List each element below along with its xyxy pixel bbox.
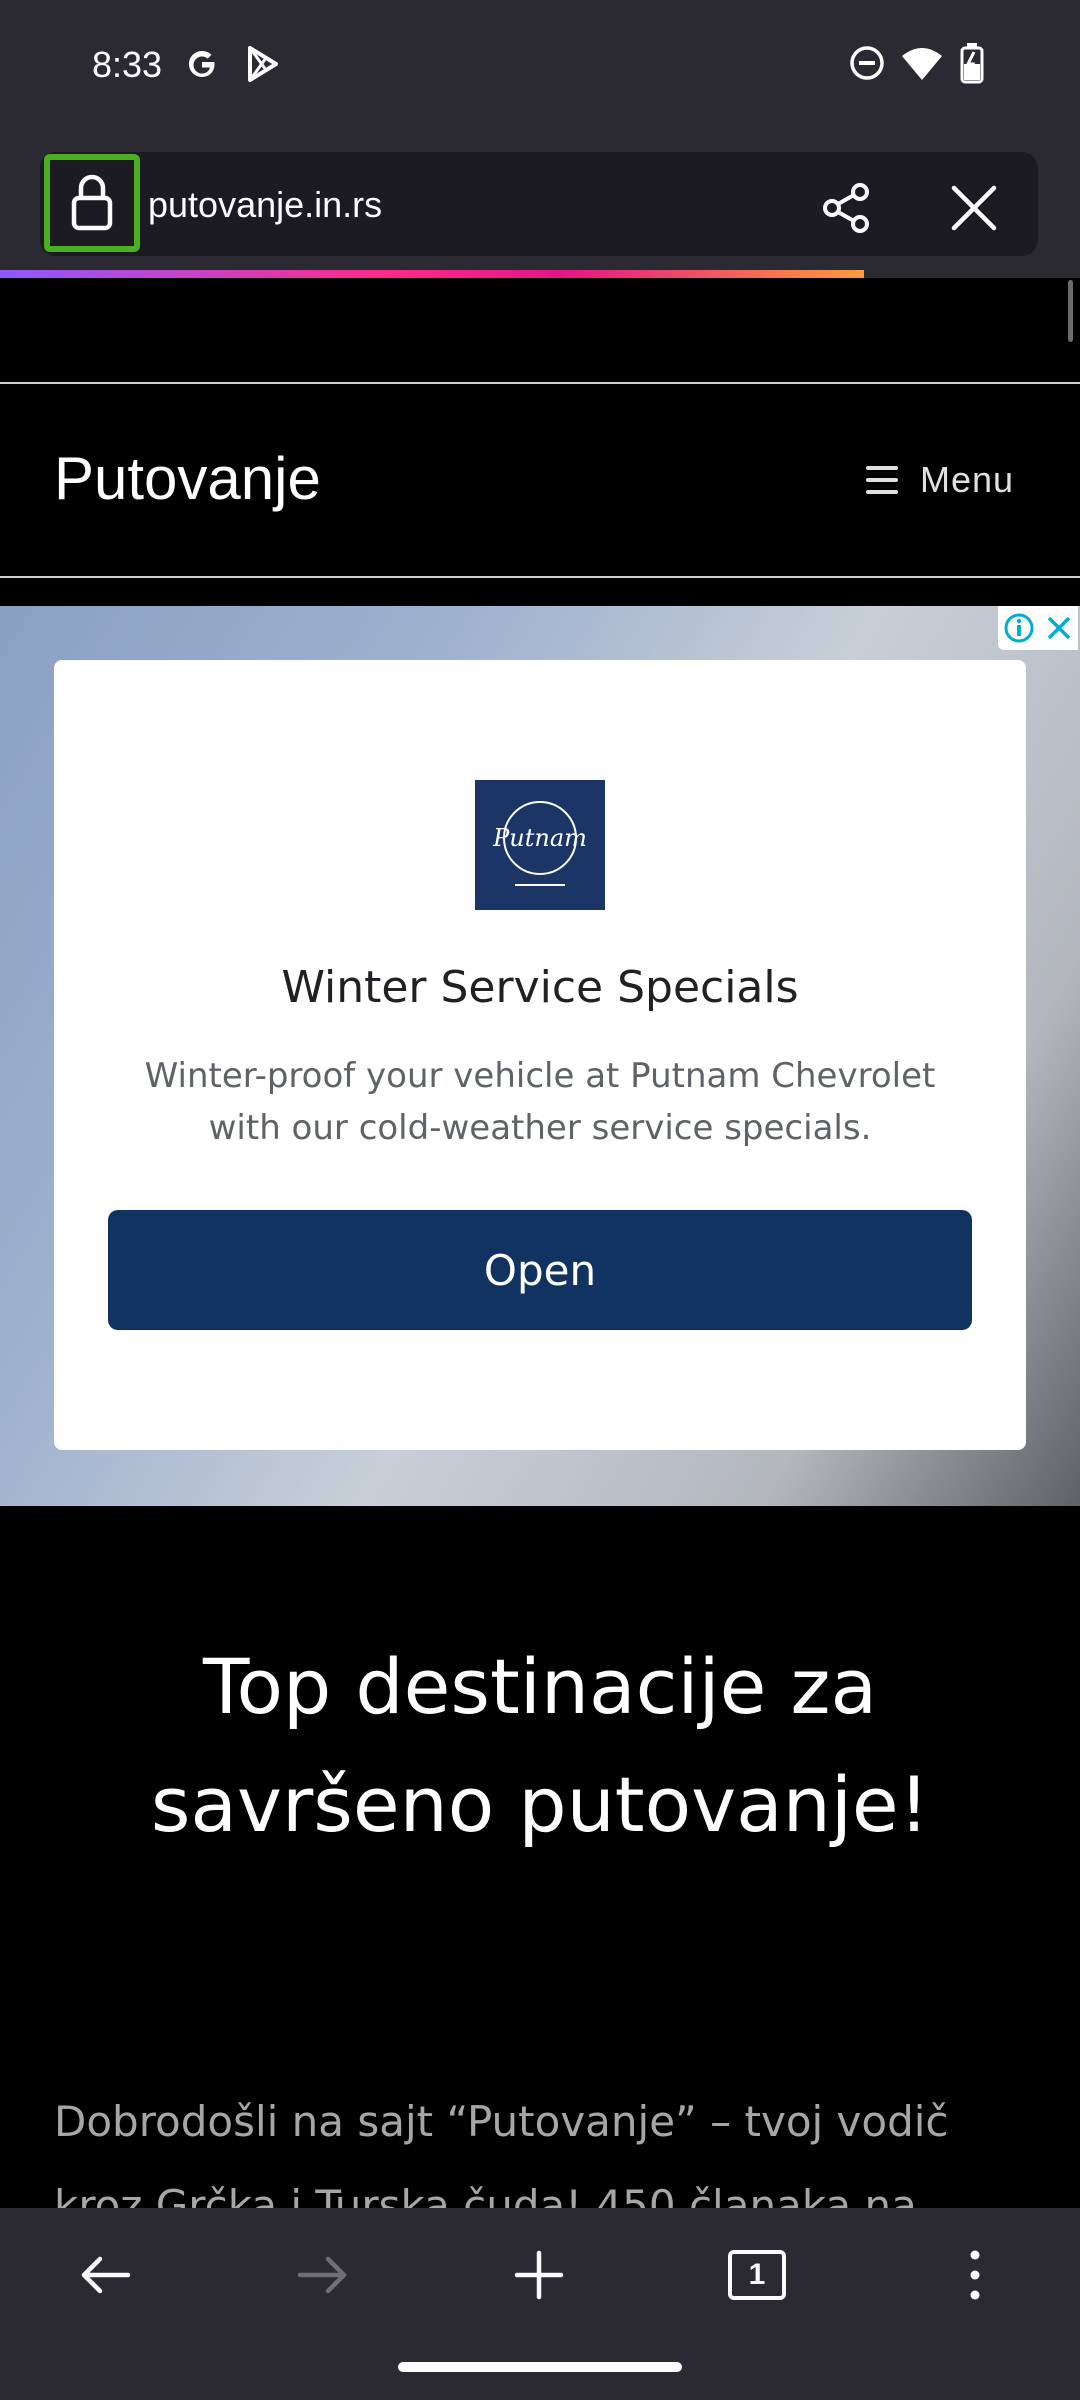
google-icon [189,51,216,77]
new-tab-icon [514,2250,564,2300]
lock-icon [71,174,113,231]
forward-button[interactable] [268,2230,378,2320]
ad-body-text: Winter-proof your vehicle at Putnam Chev… [144,1056,936,1148]
advertiser-logo: Putnam [475,780,605,910]
site-security-button[interactable] [44,154,140,252]
ad-headline: Winter Service Specials [281,962,799,1013]
info-icon[interactable] [1003,612,1035,644]
menu-button[interactable]: Menu [866,458,1014,502]
close-icon[interactable] [1045,614,1073,642]
page-load-progress [0,270,864,278]
more-menu-button[interactable] [920,2230,1030,2320]
battery-charging-icon [960,43,984,84]
do-not-disturb-icon [850,46,884,80]
forward-icon [297,2256,347,2294]
close-icon[interactable] [948,182,1000,234]
status-time: 8:33 [92,44,163,85]
back-button[interactable] [50,2230,160,2320]
hamburger-icon [866,466,898,494]
ad-open-button[interactable]: Open [108,1210,972,1330]
more-icon [970,2250,980,2300]
site-title[interactable]: Putovanje [54,444,321,513]
new-tab-button[interactable] [484,2230,594,2320]
tab-count: 1 [748,2258,766,2291]
page-scrollbar[interactable] [1068,280,1073,342]
header-divider-bottom [0,576,1080,578]
play-store-icon [248,46,278,82]
url-text[interactable]: putovanje.in.rs [148,184,382,226]
home-indicator[interactable] [398,2362,682,2372]
tabs-button[interactable]: 1 [702,2230,812,2320]
back-icon [81,2256,131,2294]
menu-label: Menu [920,459,1015,500]
share-icon[interactable] [818,180,874,236]
wifi-icon [902,48,942,80]
ad-choices[interactable] [998,606,1078,650]
logo-text: Putnam [492,824,587,852]
tabs-icon: 1 [728,2250,786,2300]
page-headline: Top destinacije za savršeno putovanje! [150,1642,930,1849]
header-divider-top [0,382,1080,384]
